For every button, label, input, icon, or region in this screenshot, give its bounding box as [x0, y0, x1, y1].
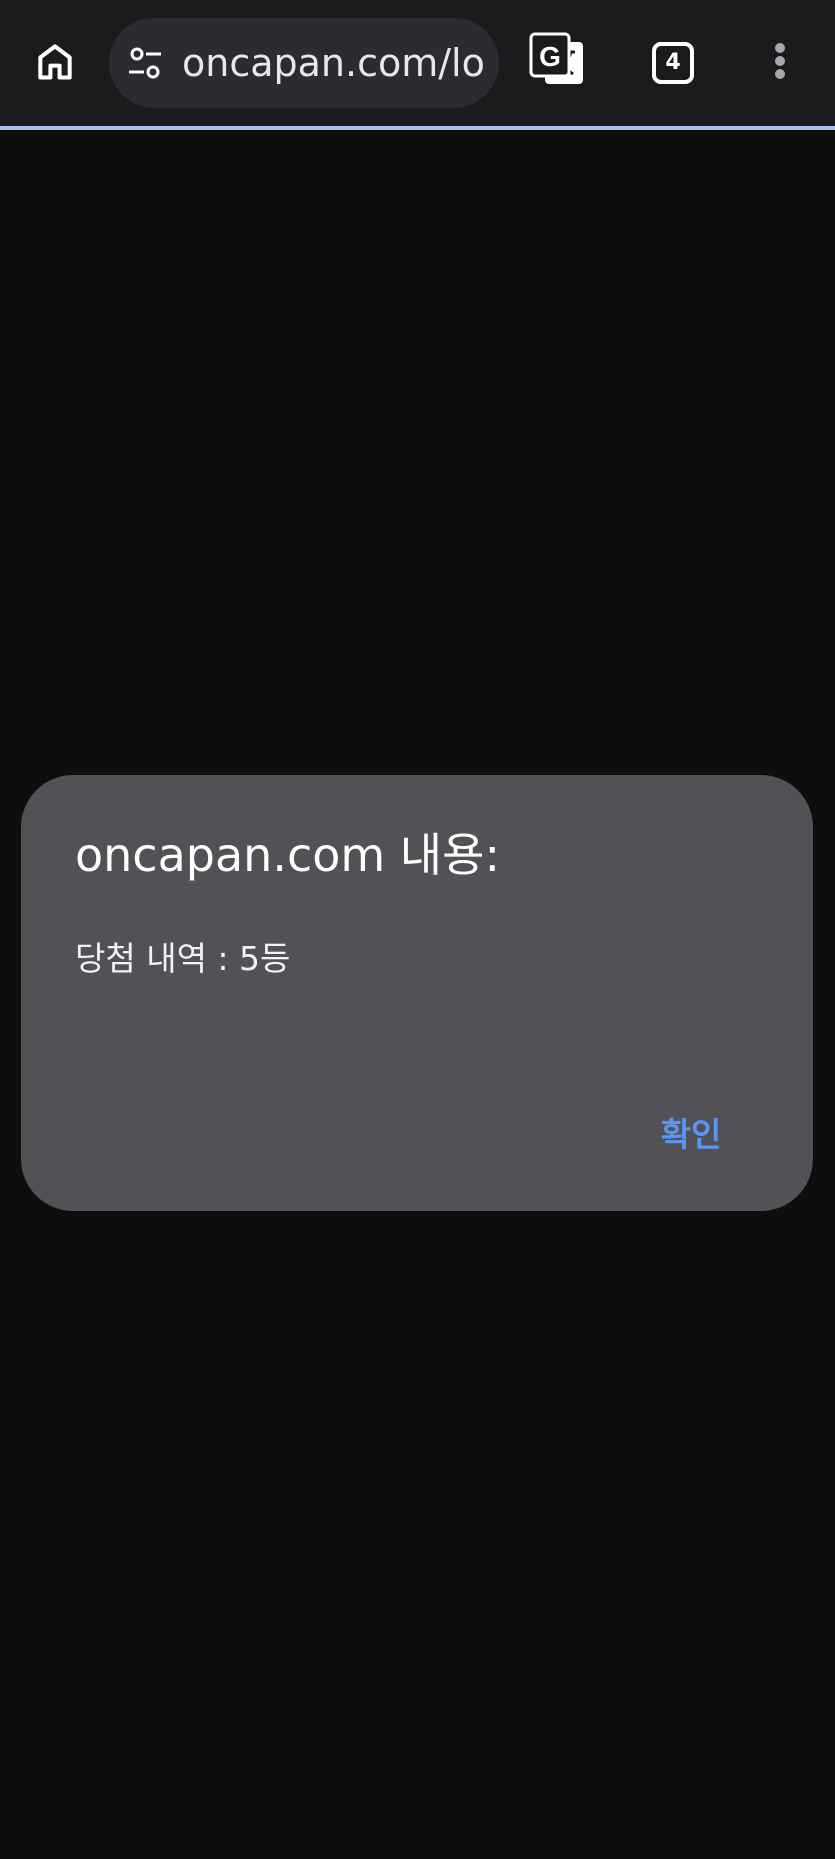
more-vert-icon	[775, 43, 785, 79]
svg-text:G: G	[539, 41, 561, 72]
translate-button[interactable]: G	[527, 30, 589, 92]
ok-button[interactable]: 확인	[631, 1095, 751, 1175]
tab-switcher-button[interactable]: 4	[646, 36, 698, 88]
tab-count: 4	[652, 42, 694, 84]
menu-button[interactable]	[758, 30, 802, 92]
dialog-message: 당첨 내역 : 5등	[75, 939, 291, 978]
tune-icon[interactable]	[127, 45, 163, 81]
alert-dialog: oncapan.com 내용: 당첨 내역 : 5등 확인	[21, 775, 813, 1211]
browser-toolbar: oncapan.com/lo G 4	[0, 0, 835, 126]
home-icon	[38, 44, 72, 80]
url-text[interactable]: oncapan.com/lo	[182, 38, 492, 88]
home-button[interactable]	[22, 28, 88, 94]
translate-icon: G	[529, 32, 583, 84]
address-bar[interactable]: oncapan.com/lo	[109, 18, 499, 108]
dialog-title: oncapan.com 내용:	[75, 828, 500, 882]
page-load-progress	[0, 126, 835, 130]
